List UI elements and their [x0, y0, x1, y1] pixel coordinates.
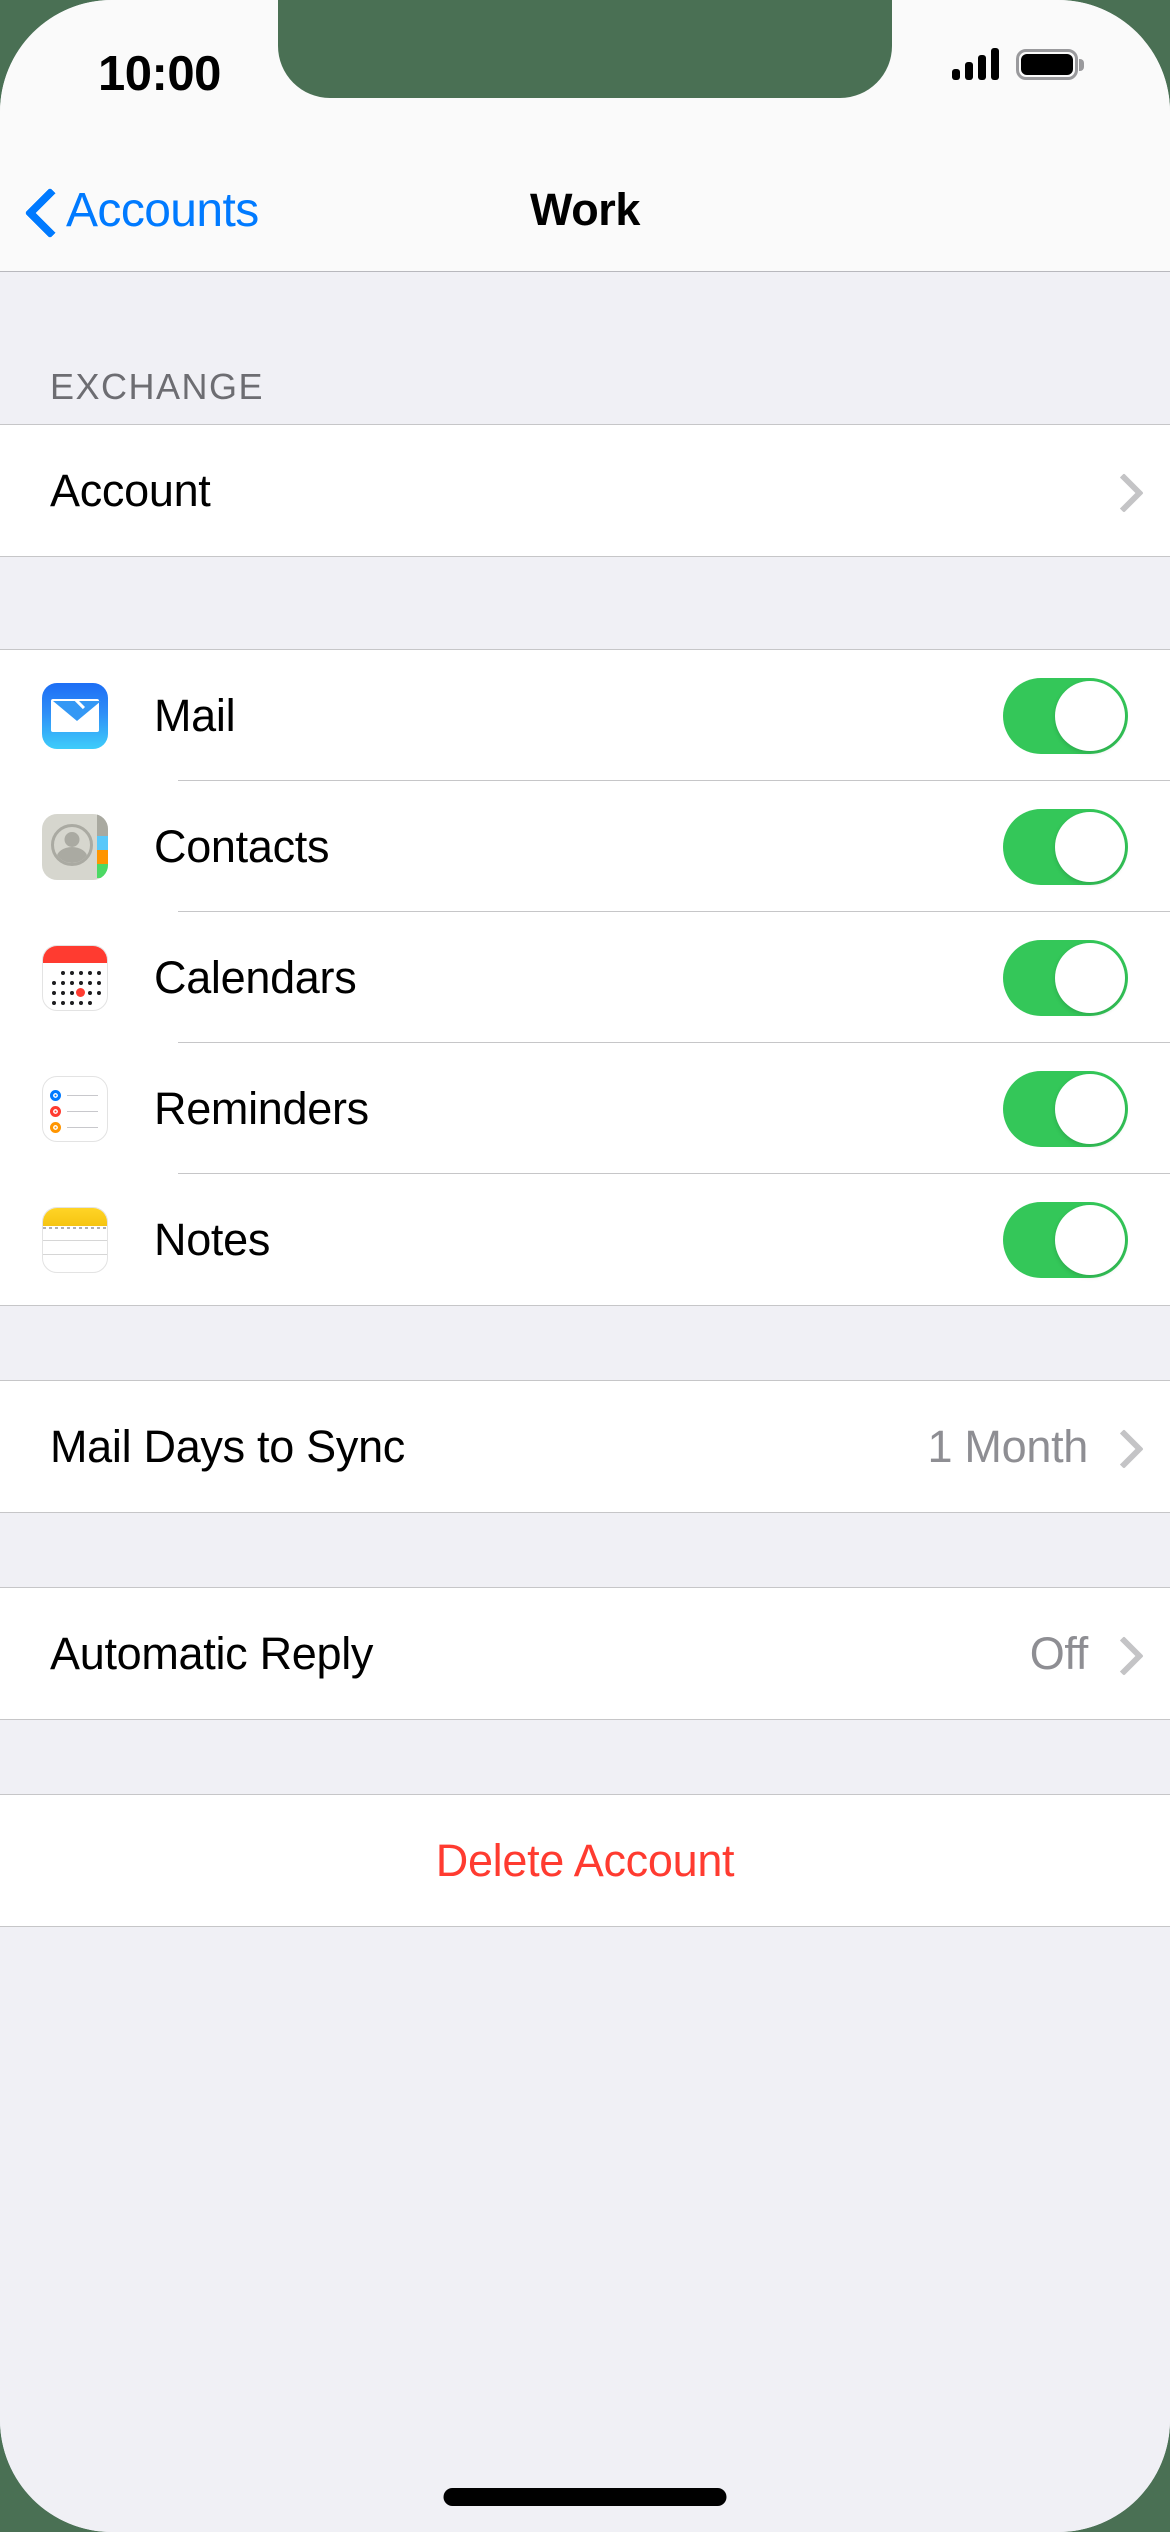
navigation-bar: Accounts Work — [0, 148, 1170, 272]
row-mail-days-to-sync[interactable]: Mail Days to Sync 1 Month — [0, 1381, 1170, 1512]
group-mail-days: Mail Days to Sync 1 Month — [0, 1380, 1170, 1513]
row-reminders-label: Reminders — [154, 1082, 369, 1134]
row-account[interactable]: Account — [0, 425, 1170, 556]
row-account-label: Account — [50, 464, 211, 516]
chevron-right-icon — [1110, 1431, 1128, 1463]
row-mail[interactable]: Mail — [0, 650, 1170, 781]
toggle-notes[interactable] — [1003, 1201, 1128, 1278]
row-automatic-reply-value: Off — [1029, 1627, 1089, 1679]
page-title: Work — [529, 184, 641, 235]
section-gap — [0, 557, 1170, 649]
group-automatic-reply: Automatic Reply Off — [0, 1587, 1170, 1720]
section-gap — [0, 1306, 1170, 1380]
mail-app-icon — [42, 682, 108, 749]
contacts-app-icon — [42, 813, 108, 880]
row-mail-label: Mail — [154, 689, 236, 741]
row-automatic-reply-label: Automatic Reply — [50, 1627, 374, 1679]
notes-app-icon — [42, 1206, 108, 1273]
section-gap — [0, 1720, 1170, 1794]
delete-account-label: Delete Account — [435, 1834, 735, 1886]
calendar-app-icon — [42, 944, 108, 1011]
toggle-reminders[interactable] — [1003, 1070, 1128, 1147]
cellular-bars-icon — [952, 48, 999, 80]
section-gap — [0, 1513, 1170, 1587]
chevron-right-icon — [1110, 475, 1128, 507]
reminders-app-icon — [42, 1075, 108, 1142]
device-notch — [278, 0, 892, 98]
row-contacts-label: Contacts — [154, 820, 330, 872]
battery-full-icon — [1016, 49, 1078, 80]
settings-list: EXCHANGE Account Mail Contacts Calendars… — [0, 272, 1170, 2532]
row-automatic-reply[interactable]: Automatic Reply Off — [0, 1588, 1170, 1719]
toggle-contacts[interactable] — [1003, 808, 1128, 885]
row-contacts[interactable]: Contacts — [0, 781, 1170, 912]
status-bar-indicators — [952, 48, 1078, 80]
group-services: Mail Contacts Calendars Reminders Notes — [0, 649, 1170, 1306]
row-notes-label: Notes — [154, 1213, 271, 1265]
chevron-right-icon — [1110, 1638, 1128, 1670]
status-bar-time: 10:00 — [98, 47, 221, 101]
row-delete-account[interactable]: Delete Account — [0, 1795, 1170, 1926]
row-mail-days-label: Mail Days to Sync — [50, 1420, 406, 1472]
device-screen: 10:00 Accounts Work EXCHANGE Account Mai… — [0, 0, 1170, 2532]
home-indicator — [443, 2488, 727, 2506]
row-reminders[interactable]: Reminders — [0, 1043, 1170, 1174]
group-account: Account — [0, 424, 1170, 557]
group-delete-account: Delete Account — [0, 1794, 1170, 1927]
toggle-calendars[interactable] — [1003, 939, 1128, 1016]
row-calendars[interactable]: Calendars — [0, 912, 1170, 1043]
row-notes[interactable]: Notes — [0, 1174, 1170, 1305]
section-header-exchange: EXCHANGE — [0, 272, 1170, 424]
row-mail-days-value: 1 Month — [927, 1420, 1089, 1472]
row-calendars-label: Calendars — [154, 951, 357, 1003]
toggle-mail[interactable] — [1003, 677, 1128, 754]
